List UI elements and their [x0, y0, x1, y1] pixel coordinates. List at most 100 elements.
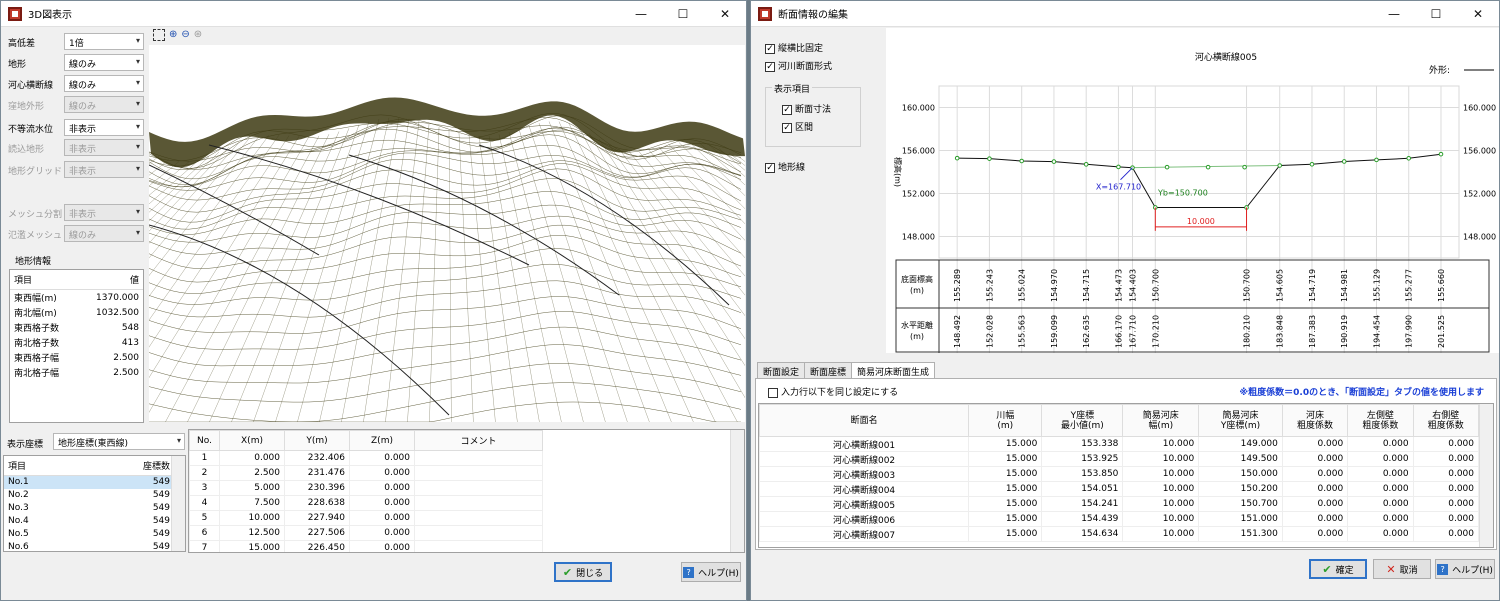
y-tick-label: 148.000: [902, 233, 935, 242]
fit-icon[interactable]: ⊛: [194, 29, 202, 41]
table-row[interactable]: 東西格子数 548: [10, 320, 143, 335]
list-item[interactable]: No.6 549: [4, 541, 174, 551]
table-row[interactable]: 3 5.000 230.396 0.000: [189, 480, 543, 496]
section-point[interactable]: [1083, 162, 1089, 167]
terrain-point[interactable]: [1164, 164, 1170, 170]
window-title: 断面情報の編集: [778, 10, 848, 21]
table-row[interactable]: 東西幅(m) 1370.000: [10, 290, 143, 306]
chevron-down-icon: ▾: [135, 164, 140, 173]
section-point[interactable]: [1116, 164, 1121, 170]
maximize-button[interactable]: ☐: [1415, 1, 1457, 27]
help-button[interactable]: ? ヘルプ(H): [681, 562, 741, 582]
section-point[interactable]: [1374, 157, 1379, 163]
cross-section-chart[interactable]: 河心横断線005 外形: 160.000 160.000 156.000 156.000 1…: [886, 28, 1500, 353]
table-row[interactable]: 5 10.000 227.940 0.000: [189, 510, 543, 526]
chevron-down-icon: ▾: [135, 142, 140, 151]
list-item[interactable]: No.5 549: [4, 528, 174, 541]
app-icon: [758, 6, 772, 21]
roughness-note: ※粗度係数＝0.0のとき、「断面設定」タブの値を使用します: [1239, 388, 1484, 398]
terrain-point[interactable]: [1242, 164, 1247, 170]
control-select[interactable]: 線のみ ▾: [64, 54, 144, 71]
same-settings-checkbox[interactable]: [768, 387, 778, 398]
elev-value-label: 154.981: [1340, 269, 1349, 302]
table-row[interactable]: 河心横断線005 15.000 154.241 10.000 150.700 0.000 0…: [759, 496, 1480, 512]
table-row[interactable]: 南北幅(m) 1032.500: [10, 305, 143, 320]
section-table-scrollbar[interactable]: [1479, 404, 1493, 547]
window-3d-view: 3D図表示 — ☐ ✕ 高低差 1倍 ▾ 地形 線のみ ▾ 河心横断線 線のみ ▾ 窪地外形 線のみ…: [0, 0, 747, 601]
table-row[interactable]: 河心横断線002 15.000 153.925 10.000 149.500 0.000 0…: [759, 451, 1480, 467]
table-row[interactable]: 河心横断線007 15.000 154.634 10.000 151.300 0.000 0…: [759, 526, 1480, 542]
section-point[interactable]: [1406, 155, 1412, 161]
chevron-down-icon: ▾: [135, 36, 140, 45]
section-point[interactable]: [1051, 159, 1057, 164]
close-window-button[interactable]: ✕: [1457, 1, 1499, 27]
dist-value-label: 167.710: [1128, 315, 1137, 348]
zoom-out-icon[interactable]: ⊖: [181, 29, 189, 41]
table-row[interactable]: 4 7.500 228.638 0.000: [189, 495, 543, 511]
terrain-3d-canvas[interactable]: [149, 45, 745, 422]
window-section-editor: 断面情報の編集 — ☐ ✕ ✓ 縦横比固定 ✓ 河川断面形式 表示項目 ✓ 断面寸法 ✓ 区間 ✓…: [750, 0, 1500, 601]
help-button[interactable]: ? ヘルプ(H): [1435, 559, 1495, 579]
section-table[interactable]: 断面名 川幅 (m) Y座標 最小値(m) 簡易河床 幅(m) 簡易河床 Y座標(m) 河…: [758, 403, 1494, 548]
zoom-in-icon[interactable]: ⊕: [169, 29, 177, 41]
option-check[interactable]: ✓ 縦横比固定: [765, 41, 823, 54]
help-icon: ?: [683, 566, 695, 578]
table-row[interactable]: 東西格子幅 2.500: [10, 350, 143, 365]
item-list-scrollbar[interactable]: [171, 456, 185, 551]
terrain-info-table[interactable]: 項目値東西幅(m) 1370.000 南北幅(m) 1032.500 東西格子数 548 南…: [9, 269, 144, 423]
coord-table[interactable]: No. X(m) Y(m) Z(m) コメント 1 0.000 232.406 0.000 2 2.…: [188, 429, 745, 553]
table-row[interactable]: 7 15.000 226.450 0.000: [189, 540, 543, 552]
section-point[interactable]: [987, 156, 992, 161]
option-check[interactable]: ✓ 断面寸法: [782, 102, 831, 115]
maximize-button[interactable]: ☐: [662, 1, 704, 27]
table-row[interactable]: 南北格子幅 2.500: [10, 365, 143, 380]
control-select[interactable]: 1倍 ▾: [64, 33, 144, 50]
item-list[interactable]: 項目 座標数 No.1 549 No.2 549 No.3 549 No.4 549 No.5 549…: [3, 455, 186, 552]
list-item[interactable]: No.1 549: [4, 475, 174, 489]
checkbox[interactable]: ✓: [765, 43, 775, 54]
checkbox[interactable]: ✓: [782, 104, 792, 115]
list-item[interactable]: No.3 549: [4, 502, 174, 515]
list-item[interactable]: No.2 549: [4, 489, 174, 502]
table-row[interactable]: 河心横断線006 15.000 154.439 10.000 151.000 0.000 0…: [759, 511, 1480, 527]
table-header: No. X(m) Y(m) Z(m) コメント: [189, 430, 543, 451]
terrain-line-check[interactable]: ✓ 地形線: [765, 160, 805, 173]
confirm-button[interactable]: ✔ 確定: [1309, 559, 1367, 579]
elev-value-label: 154.719: [1308, 269, 1317, 302]
y-tick-label: 152.000: [902, 190, 935, 199]
section-point[interactable]: [1309, 161, 1315, 167]
table-row[interactable]: 1 0.000 232.406 0.000: [189, 450, 543, 466]
section-point[interactable]: [1019, 158, 1024, 164]
table-row[interactable]: 南北格子数 413: [10, 335, 143, 350]
table-row[interactable]: 河心横断線004 15.000 154.051 10.000 150.200 0.000 0…: [759, 481, 1480, 497]
terrain-point[interactable]: [1205, 164, 1211, 170]
table-row[interactable]: 6 12.500 227.506 0.000: [189, 525, 543, 541]
control-select[interactable]: 非表示 ▾: [64, 119, 144, 136]
dist-value-label: 148.492: [953, 315, 962, 348]
section-point[interactable]: [954, 155, 960, 161]
option-check[interactable]: ✓ 区間: [782, 120, 813, 133]
list-item[interactable]: No.4 549: [4, 515, 174, 528]
section-point[interactable]: [1277, 163, 1283, 168]
coord-select[interactable]: 地形座標(東西線) ▾: [53, 433, 185, 450]
control-label: 窪地外形: [8, 102, 45, 112]
cancel-button[interactable]: ✕ 取消: [1373, 559, 1431, 579]
coord-table-scrollbar[interactable]: [730, 430, 744, 552]
table-row[interactable]: 河心横断線003 15.000 153.850 10.000 150.000 0.000 0…: [759, 466, 1480, 482]
control-select[interactable]: 線のみ ▾: [64, 75, 144, 92]
close-button[interactable]: ✔ 閉じる: [554, 562, 612, 582]
checkbox[interactable]: ✓: [765, 61, 775, 72]
table-row[interactable]: 河心横断線001 15.000 153.338 10.000 149.000 0.000 0…: [759, 436, 1480, 452]
same-settings-check[interactable]: 入力行以下を同じ設定にする: [768, 385, 898, 398]
table-row[interactable]: 2 2.500 231.476 0.000: [189, 465, 543, 481]
checkbox[interactable]: ✓: [765, 162, 775, 173]
minimize-button[interactable]: —: [620, 1, 662, 27]
select-icon[interactable]: [153, 29, 165, 41]
y-tick-label: 156.000: [902, 147, 935, 156]
section-point[interactable]: [1341, 159, 1347, 164]
checkbox[interactable]: ✓: [782, 122, 792, 133]
minimize-button[interactable]: —: [1373, 1, 1415, 27]
close-window-button[interactable]: ✕: [704, 1, 746, 27]
section-point[interactable]: [1438, 151, 1444, 157]
option-check[interactable]: ✓ 河川断面形式: [765, 59, 832, 72]
